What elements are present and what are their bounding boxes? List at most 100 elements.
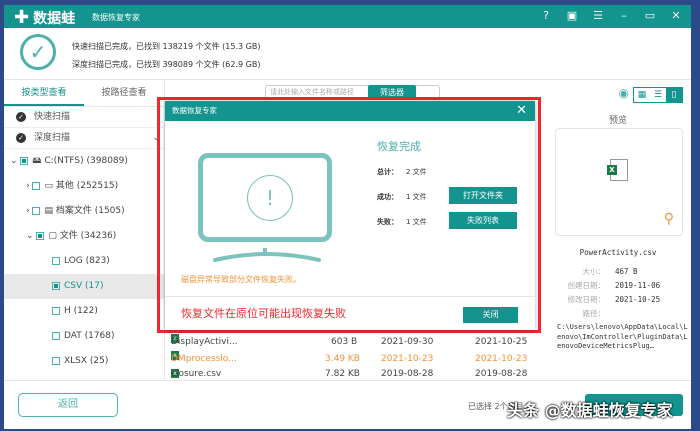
check-icon: ✓ (16, 112, 26, 122)
zoom-icon[interactable]: ⚲ (664, 211, 674, 227)
checkbox[interactable] (20, 156, 29, 165)
modified-label: 修改日期： (567, 295, 606, 304)
tree-node-archive[interactable]: › ▤ 档案文件 (1505) (4, 199, 164, 224)
check-icon: ✓ (16, 133, 26, 143)
preview-box: X ⚲ (555, 128, 683, 236)
tab-by-type[interactable]: 按类型查看 (4, 80, 84, 106)
eye-icon[interactable]: ◉ (619, 86, 629, 100)
file-modified: 2021-10-23 (475, 354, 528, 364)
file-modified: 2021-10-25 (475, 337, 528, 347)
tree-node-other[interactable]: › ▭ 其他 (252515) (4, 174, 164, 199)
fail-value: 1 文件 (406, 218, 427, 226)
exclamation-icon: ! (247, 175, 293, 221)
label: 深度扫描 (34, 133, 71, 143)
label: CSV (17) (64, 281, 104, 291)
bottom-bar: 返回 已选择 2个项目 头条 @数据蛙恢复专家 (4, 380, 691, 429)
save-icon[interactable]: ▣ (565, 9, 579, 22)
monitor-icon: ! (198, 153, 332, 242)
logo: ✚ 数据蛙 (14, 8, 75, 28)
checkbox[interactable] (52, 256, 60, 265)
total-value: 2 文件 (406, 168, 427, 176)
warning-text: 磁盘异常导致部分文件恢复失败。 (181, 275, 301, 284)
tree-node-drive[interactable]: ⌄ 🖴 C:(NTFS) (398089) (4, 149, 164, 174)
app-subtitle: 数据恢复专家 (92, 13, 140, 22)
watermark: 头条 @数据蛙恢复专家 (507, 401, 673, 420)
modified-value: 2021-10-25 (615, 295, 661, 304)
check-circle-icon: ✓ (20, 34, 56, 70)
table-row[interactable]: x closure.csv 7.82 KB 2019-08-28 2019-08-28 (171, 369, 541, 380)
fail-list-button[interactable]: 失败列表 (449, 212, 517, 229)
path-label: 路径： (582, 309, 606, 318)
annotation-text: 恢复文件在原位可能出现恢复失败 (181, 307, 346, 320)
help-icon[interactable]: ? (539, 9, 553, 22)
file-created: 2021-09-30 (381, 337, 434, 347)
file-name: DMprocesslo... (171, 354, 237, 364)
dialog-title-bar: 数据恢复专家 ✕ (165, 101, 535, 121)
created-value: 2019-11-06 (615, 281, 661, 290)
total-label: 总计： (377, 168, 398, 176)
checkbox[interactable] (32, 206, 41, 215)
tree-node-h[interactable]: H (122) (4, 299, 164, 324)
checkbox[interactable] (52, 331, 60, 340)
back-button[interactable]: 返回 (18, 393, 118, 417)
success-label: 成功： (377, 193, 398, 201)
checkbox[interactable] (52, 356, 60, 365)
left-panel: 按类型查看 按路径查看 ✓ 快速扫描 › ✓ 深度扫描 ⌄ ⌄ 🖴 C:(NTFS) (… (4, 80, 165, 380)
file-size: 7.82 KB (325, 369, 360, 379)
grid-view-icon[interactable]: ▦ (634, 88, 650, 102)
file-size: 603 B (331, 337, 358, 347)
close-button[interactable]: 关闭 (463, 307, 518, 323)
quick-scan-item[interactable]: ✓ 快速扫描 › (4, 107, 164, 128)
dialog-title: 数据恢复专家 (172, 106, 217, 115)
deep-scan-result: 深度扫描已完成，已找到 398089 个文件 (62.9 GB) (72, 60, 261, 69)
list-view-icon[interactable]: ☰ (650, 88, 666, 102)
created-label: 创建日期： (567, 281, 606, 290)
file-modified: 2019-08-28 (475, 369, 528, 379)
brand-name: 数据蛙 (33, 11, 76, 27)
file-name: DisplayActivi... (171, 337, 238, 347)
label: C:(NTFS) (398089) (44, 156, 128, 166)
file-created: 2021-10-23 (381, 354, 434, 364)
tab-by-path[interactable]: 按路径查看 (84, 80, 164, 106)
file-created: 2019-08-28 (381, 369, 434, 379)
label: 档案文件 (1505) (55, 206, 125, 216)
detail-view-icon[interactable]: ▯ (666, 88, 682, 102)
label: 其他 (252515) (55, 181, 119, 191)
tree-node-documents[interactable]: ⌄ ▢ 文件 (34236) (4, 224, 164, 249)
close-icon[interactable]: ✕ (669, 9, 683, 22)
recovery-dialog: 数据恢复专家 ✕ ! 磁盘异常导致部分文件恢复失败。 恢复完成 总计： 2 文件 成… (165, 101, 535, 330)
dialog-heading: 恢复完成 (377, 140, 421, 153)
file-size: 3.49 KB (325, 354, 360, 364)
deep-scan-item[interactable]: ✓ 深度扫描 ⌄ (4, 128, 164, 149)
checkbox[interactable] (32, 181, 41, 190)
size-label: 大小： (582, 267, 606, 276)
minimize-icon[interactable]: – (617, 9, 631, 22)
scan-summary: ✓ 快速扫描已完成，已找到 138219 个文件 (15.3 GB) 深度扫描已… (4, 28, 691, 80)
preview-panel: ◉ ▦ ☰ ▯ 预览 X ⚲ PowerActivity.csv 大小： 467 B … (545, 80, 691, 380)
checkbox[interactable] (36, 231, 45, 240)
tree-node-log[interactable]: LOG (823) (4, 249, 164, 274)
size-value: 467 B (615, 267, 638, 276)
table-row[interactable]: x DisplayActivi... 603 B 2021-09-30 2021-10… (171, 334, 541, 351)
label: LOG (823) (64, 256, 110, 266)
tree-node-csv[interactable]: CSV (17) (4, 274, 164, 299)
title-bar: ✚ 数据蛙 数据恢复专家 ? ▣ ☰ – ▭ ✕ (4, 5, 691, 28)
excel-file-icon: X (607, 159, 628, 181)
tree-node-dat[interactable]: DAT (1768) (4, 324, 164, 349)
logo-icon: ✚ (14, 7, 30, 28)
monitor-stand (213, 248, 321, 262)
label: 文件 (34236) (59, 231, 117, 241)
open-folder-button[interactable]: 打开文件夹 (449, 187, 517, 204)
label: H (122) (64, 306, 98, 316)
label: 快速扫描 (34, 112, 71, 122)
maximize-icon[interactable]: ▭ (643, 9, 657, 22)
table-row[interactable]: ✓x DMprocesslo...3.49 KB2021-10-232021-1… (171, 351, 541, 368)
checkbox[interactable] (52, 306, 60, 315)
close-icon[interactable]: ✕ (516, 101, 527, 121)
file-name: closure.csv (171, 369, 222, 379)
preview-title: 预览 (608, 116, 627, 126)
tree-node-xlsx[interactable]: XLSX (25) (4, 349, 164, 374)
menu-icon[interactable]: ☰ (591, 9, 605, 22)
file-tree: ⌄ 🖴 C:(NTFS) (398089) › ▭ 其他 (252515) › … (4, 149, 164, 374)
checkbox[interactable] (52, 281, 60, 290)
